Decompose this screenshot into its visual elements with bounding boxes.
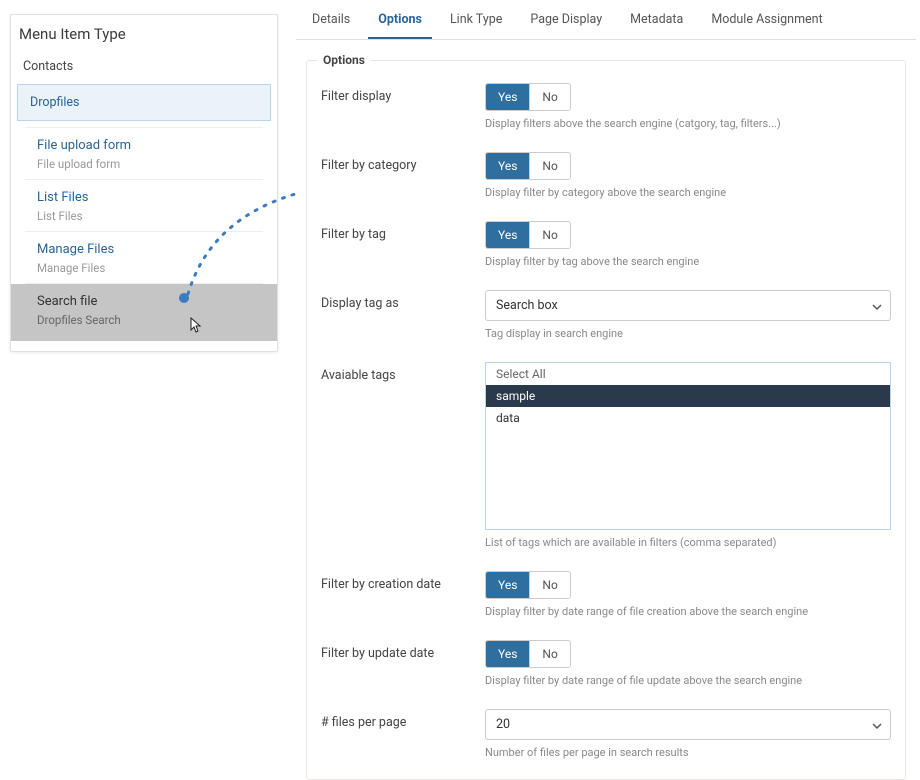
toggle-yes[interactable]: Yes	[486, 641, 529, 667]
toggle-filter-creation[interactable]: Yes No	[485, 571, 571, 599]
label-display-tag-as: Display tag as	[321, 290, 485, 311]
select-value: Search box	[496, 298, 558, 313]
menu-item-sub: List Files	[37, 209, 251, 223]
group-contacts[interactable]: Contacts	[11, 53, 277, 80]
label-filter-update: Filter by update date	[321, 640, 485, 661]
toggle-yes[interactable]: Yes	[486, 153, 529, 179]
multiselect-option-select-all[interactable]: Select All	[486, 363, 890, 385]
toggle-filter-category[interactable]: Yes No	[485, 152, 571, 180]
row-display-tag-as: Display tag as Search box Tag display in…	[321, 290, 891, 340]
toggle-filter-tag[interactable]: Yes No	[485, 221, 571, 249]
multiselect-option-sample[interactable]: sample	[486, 385, 890, 407]
row-available-tags: Avaiable tags Select All sample data Lis…	[321, 362, 891, 549]
tab-page-display[interactable]: Page Display	[520, 2, 612, 39]
menu-item-title: Search file	[37, 294, 251, 309]
menu-item-sub: File upload form	[37, 157, 251, 171]
chevron-down-icon	[872, 301, 882, 311]
toggle-no[interactable]: No	[529, 641, 569, 667]
label-available-tags: Avaiable tags	[321, 362, 485, 383]
label-filter-category: Filter by category	[321, 152, 485, 173]
label-filter-display: Filter display	[321, 83, 485, 104]
fieldset-legend: Options	[317, 53, 371, 67]
menu-item-title: File upload form	[37, 138, 251, 153]
row-files-per-page: # files per page 20 Number of files per …	[321, 709, 891, 759]
toggle-no[interactable]: No	[529, 84, 569, 110]
help-filter-category: Display filter by category above the sea…	[485, 186, 891, 199]
panel-title: Menu Item Type	[11, 15, 277, 53]
label-filter-creation: Filter by creation date	[321, 571, 485, 592]
help-filter-tag: Display filter by tag above the search e…	[485, 255, 891, 268]
chevron-down-icon	[872, 720, 882, 730]
help-available-tags: List of tags which are available in filt…	[485, 536, 891, 549]
help-display-tag-as: Tag display in search engine	[485, 327, 891, 340]
menu-item-manage-files[interactable]: Manage Files Manage Files	[25, 232, 263, 284]
tab-options[interactable]: Options	[368, 2, 432, 39]
dropfiles-sublist: File upload form File upload form List F…	[11, 125, 277, 351]
menu-item-list-files[interactable]: List Files List Files	[25, 180, 263, 232]
label-files-per-page: # files per page	[321, 709, 485, 730]
menu-item-sub: Manage Files	[37, 261, 251, 275]
row-filter-category: Filter by category Yes No Display filter…	[321, 152, 891, 199]
toggle-filter-display[interactable]: Yes No	[485, 83, 571, 111]
toggle-no[interactable]: No	[529, 153, 569, 179]
help-filter-creation: Display filter by date range of file cre…	[485, 605, 891, 618]
toggle-yes[interactable]: Yes	[486, 84, 529, 110]
menu-item-file-upload-form[interactable]: File upload form File upload form	[25, 127, 263, 180]
tabs: Details Options Link Type Page Display M…	[296, 0, 916, 40]
toggle-yes[interactable]: Yes	[486, 222, 529, 248]
group-dropfiles[interactable]: Dropfiles	[17, 84, 271, 121]
row-filter-creation: Filter by creation date Yes No Display f…	[321, 571, 891, 618]
help-files-per-page: Number of files per page in search resul…	[485, 746, 891, 759]
help-filter-update: Display filter by date range of file upd…	[485, 674, 891, 687]
menu-item-search-file[interactable]: Search file Dropfiles Search	[11, 284, 277, 341]
options-fieldset: Options Filter display Yes No Display fi…	[306, 60, 906, 780]
toggle-filter-update[interactable]: Yes No	[485, 640, 571, 668]
toggle-yes[interactable]: Yes	[486, 572, 529, 598]
multiselect-available-tags[interactable]: Select All sample data	[485, 362, 891, 530]
row-filter-display: Filter display Yes No Display filters ab…	[321, 83, 891, 130]
select-display-tag-as[interactable]: Search box	[485, 290, 891, 321]
select-files-per-page[interactable]: 20	[485, 709, 891, 740]
menu-item-title: List Files	[37, 190, 251, 205]
menu-item-sub: Dropfiles Search	[37, 313, 251, 327]
row-filter-update: Filter by update date Yes No Display fil…	[321, 640, 891, 687]
menu-item-title: Manage Files	[37, 242, 251, 257]
row-filter-tag: Filter by tag Yes No Display filter by t…	[321, 221, 891, 268]
toggle-no[interactable]: No	[529, 222, 569, 248]
tab-module-assignment[interactable]: Module Assignment	[701, 2, 832, 39]
tab-details[interactable]: Details	[302, 2, 360, 39]
tab-metadata[interactable]: Metadata	[620, 2, 693, 39]
tab-link-type[interactable]: Link Type	[440, 2, 512, 39]
toggle-no[interactable]: No	[529, 572, 569, 598]
help-filter-display: Display filters above the search engine …	[485, 117, 891, 130]
multiselect-option-data[interactable]: data	[486, 407, 890, 429]
menu-item-type-panel: Menu Item Type Contacts Dropfiles File u…	[10, 14, 278, 352]
select-value: 20	[496, 717, 510, 732]
options-panel: Details Options Link Type Page Display M…	[296, 0, 916, 700]
label-filter-tag: Filter by tag	[321, 221, 485, 242]
